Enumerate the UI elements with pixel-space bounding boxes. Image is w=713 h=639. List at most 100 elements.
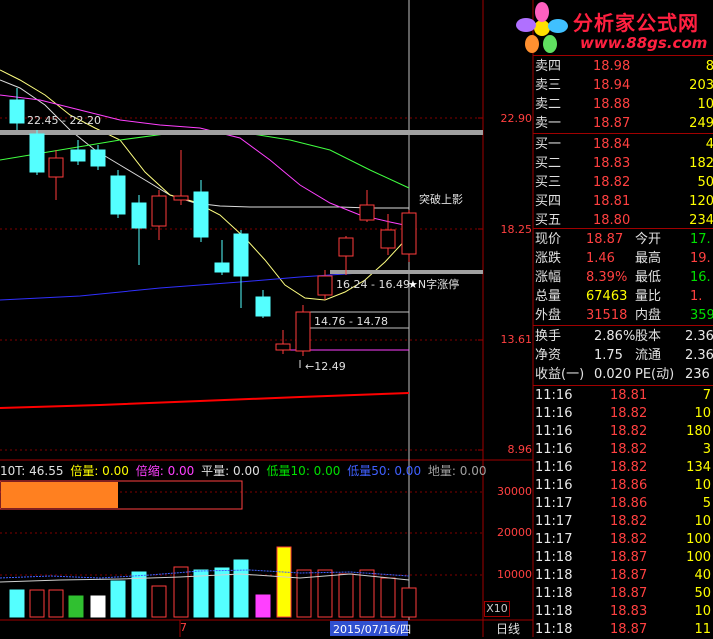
order-label: 买二 — [535, 156, 562, 171]
volume-marker — [73, 598, 80, 617]
tick-price: 18.81 — [610, 388, 648, 403]
stat-row[interactable]: 涨幅 8.39% 最低 16. — [534, 268, 713, 287]
tick-price: 18.87 — [610, 622, 648, 637]
tick-row: 11:18 18.87 11 — [534, 621, 713, 639]
tick-price: 18.86 — [610, 478, 648, 493]
stat-value: 18.87 — [586, 232, 624, 247]
stat-value: 17. — [690, 232, 711, 247]
stat-row[interactable]: 涨跌 1.46 最高 19. — [534, 249, 713, 268]
price-tick-2: 18.25 — [500, 223, 533, 236]
volume-bar — [9, 589, 25, 618]
tick-time: 11:16 — [535, 442, 573, 457]
tick-volume: 10 — [694, 604, 711, 619]
order-label: 卖二 — [535, 97, 562, 112]
volume-bar — [173, 566, 189, 618]
crosshair-date: 2015/07/16/四 — [333, 623, 412, 636]
order-row[interactable]: 卖二 18.88 10 — [534, 95, 713, 114]
sep-fund — [533, 325, 713, 326]
order-price: 18.82 — [593, 175, 631, 190]
order-volume: 182 — [689, 156, 713, 171]
stat-value: 31518 — [586, 308, 628, 323]
fund-row[interactable]: 换手 2.86% 股本 2.36 — [534, 327, 713, 346]
order-row[interactable]: 买一 18.84 4 — [534, 135, 713, 154]
stat-row[interactable]: 现价 18.87 今开 17. — [534, 230, 713, 249]
fund-row[interactable]: 收益(一) 0.020 PE(动) 236 — [534, 365, 713, 384]
candle-body — [193, 191, 209, 238]
flower-icon — [516, 2, 568, 53]
volume-bar — [48, 589, 64, 618]
vol-tick-3: 10000 — [497, 568, 532, 581]
ma-yellow — [0, 69, 410, 301]
sep-ticks — [533, 385, 713, 386]
nzi-label: ★N字涨停 — [408, 278, 460, 291]
support-bar — [330, 270, 483, 274]
tick-time: 11:16 — [535, 460, 573, 475]
order-volume: 4 — [705, 137, 713, 152]
stat-label: 今开 — [635, 232, 662, 247]
tick-row: 11:17 18.86 5 — [534, 495, 713, 513]
order-row[interactable]: 卖三 18.94 203 — [534, 76, 713, 95]
candle-body — [359, 204, 375, 221]
stat-value: 8.39% — [586, 270, 628, 285]
order-label: 买一 — [535, 137, 562, 152]
vol-beisuo: 倍缩: 0.00 — [135, 464, 195, 478]
stat-value: 16. — [690, 270, 711, 285]
tick-volume: 10 — [694, 514, 711, 529]
order-row[interactable]: 卖一 18.87 249 — [534, 114, 713, 133]
order-row[interactable]: 卖四 18.98 8 — [534, 57, 713, 76]
tick-time: 11:17 — [535, 532, 573, 547]
stat-row[interactable]: 外盘 31518 内盘 359 — [534, 306, 713, 325]
volume-header: 10T: 46.55 倍量: 0.00 倍缩: 0.00 平量: 0.00 低量… — [0, 462, 490, 478]
tick-volume: 11 — [694, 622, 711, 637]
stat-value: 19. — [690, 251, 711, 266]
order-volume: 249 — [689, 116, 713, 131]
order-row[interactable]: 买二 18.83 182 — [534, 154, 713, 173]
volume-bar — [401, 587, 417, 618]
tick-row: 11:16 18.82 3 — [534, 441, 713, 459]
sep-logo — [533, 55, 713, 56]
star-icon: ★ — [408, 278, 418, 291]
period-button[interactable]: 日线 — [496, 620, 520, 637]
tick-time: 11:16 — [535, 424, 573, 439]
volume-bar — [233, 559, 249, 618]
fund-label: 股本 — [635, 329, 662, 344]
fund-row[interactable]: 净资 1.75 流通 2.36 — [534, 346, 713, 365]
order-row[interactable]: 买三 18.82 50 — [534, 173, 713, 192]
order-label: 买四 — [535, 194, 562, 209]
vol-unit[interactable]: X10 — [484, 601, 510, 617]
tick-time: 11:17 — [535, 496, 573, 511]
stat-row[interactable]: 总量 67463 量比 1. — [534, 287, 713, 306]
order-label: 买三 — [535, 175, 562, 190]
fund-label: 流通 — [635, 348, 662, 363]
tick-row: 11:16 18.82 10 — [534, 405, 713, 423]
vol-pingliang: 平量: 0.00 — [201, 464, 260, 478]
stat-value: 359 — [690, 308, 713, 323]
stat-label: 最低 — [635, 270, 662, 285]
candle-body — [90, 149, 106, 167]
tick-row: 11:18 18.87 100 — [534, 549, 713, 567]
volume-bars — [9, 546, 417, 618]
stat-label: 涨跌 — [535, 251, 562, 266]
tick-time: 11:16 — [535, 388, 573, 403]
tick-price: 18.83 — [610, 604, 648, 619]
fund-value: 0.020 — [594, 367, 632, 382]
stat-label: 外盘 — [535, 308, 562, 323]
volume-bar — [338, 573, 354, 618]
order-row[interactable]: 买四 18.81 120 — [534, 192, 713, 211]
tick-time: 11:18 — [535, 550, 573, 565]
tick-row: 11:16 18.86 10 — [534, 477, 713, 495]
tick-time: 11:18 — [535, 622, 573, 637]
fund-label: 换手 — [535, 329, 562, 344]
candle-body — [255, 296, 271, 317]
vol-diliang10: 低量10: 0.00 — [266, 464, 341, 478]
range-label-3: 14.76 - 14.78 — [314, 315, 388, 328]
volume-marker — [95, 600, 102, 617]
order-label: 卖一 — [535, 116, 562, 131]
order-volume: 50 — [697, 175, 713, 190]
fund-label: PE(动) — [635, 367, 675, 382]
tick-volume: 7 — [702, 388, 711, 403]
breakout-label: 突破上影 — [419, 193, 463, 206]
stat-value: 1.46 — [586, 251, 615, 266]
tick-time: 11:18 — [535, 604, 573, 619]
range-label-1: 22.45 - 22.20 — [27, 114, 101, 127]
